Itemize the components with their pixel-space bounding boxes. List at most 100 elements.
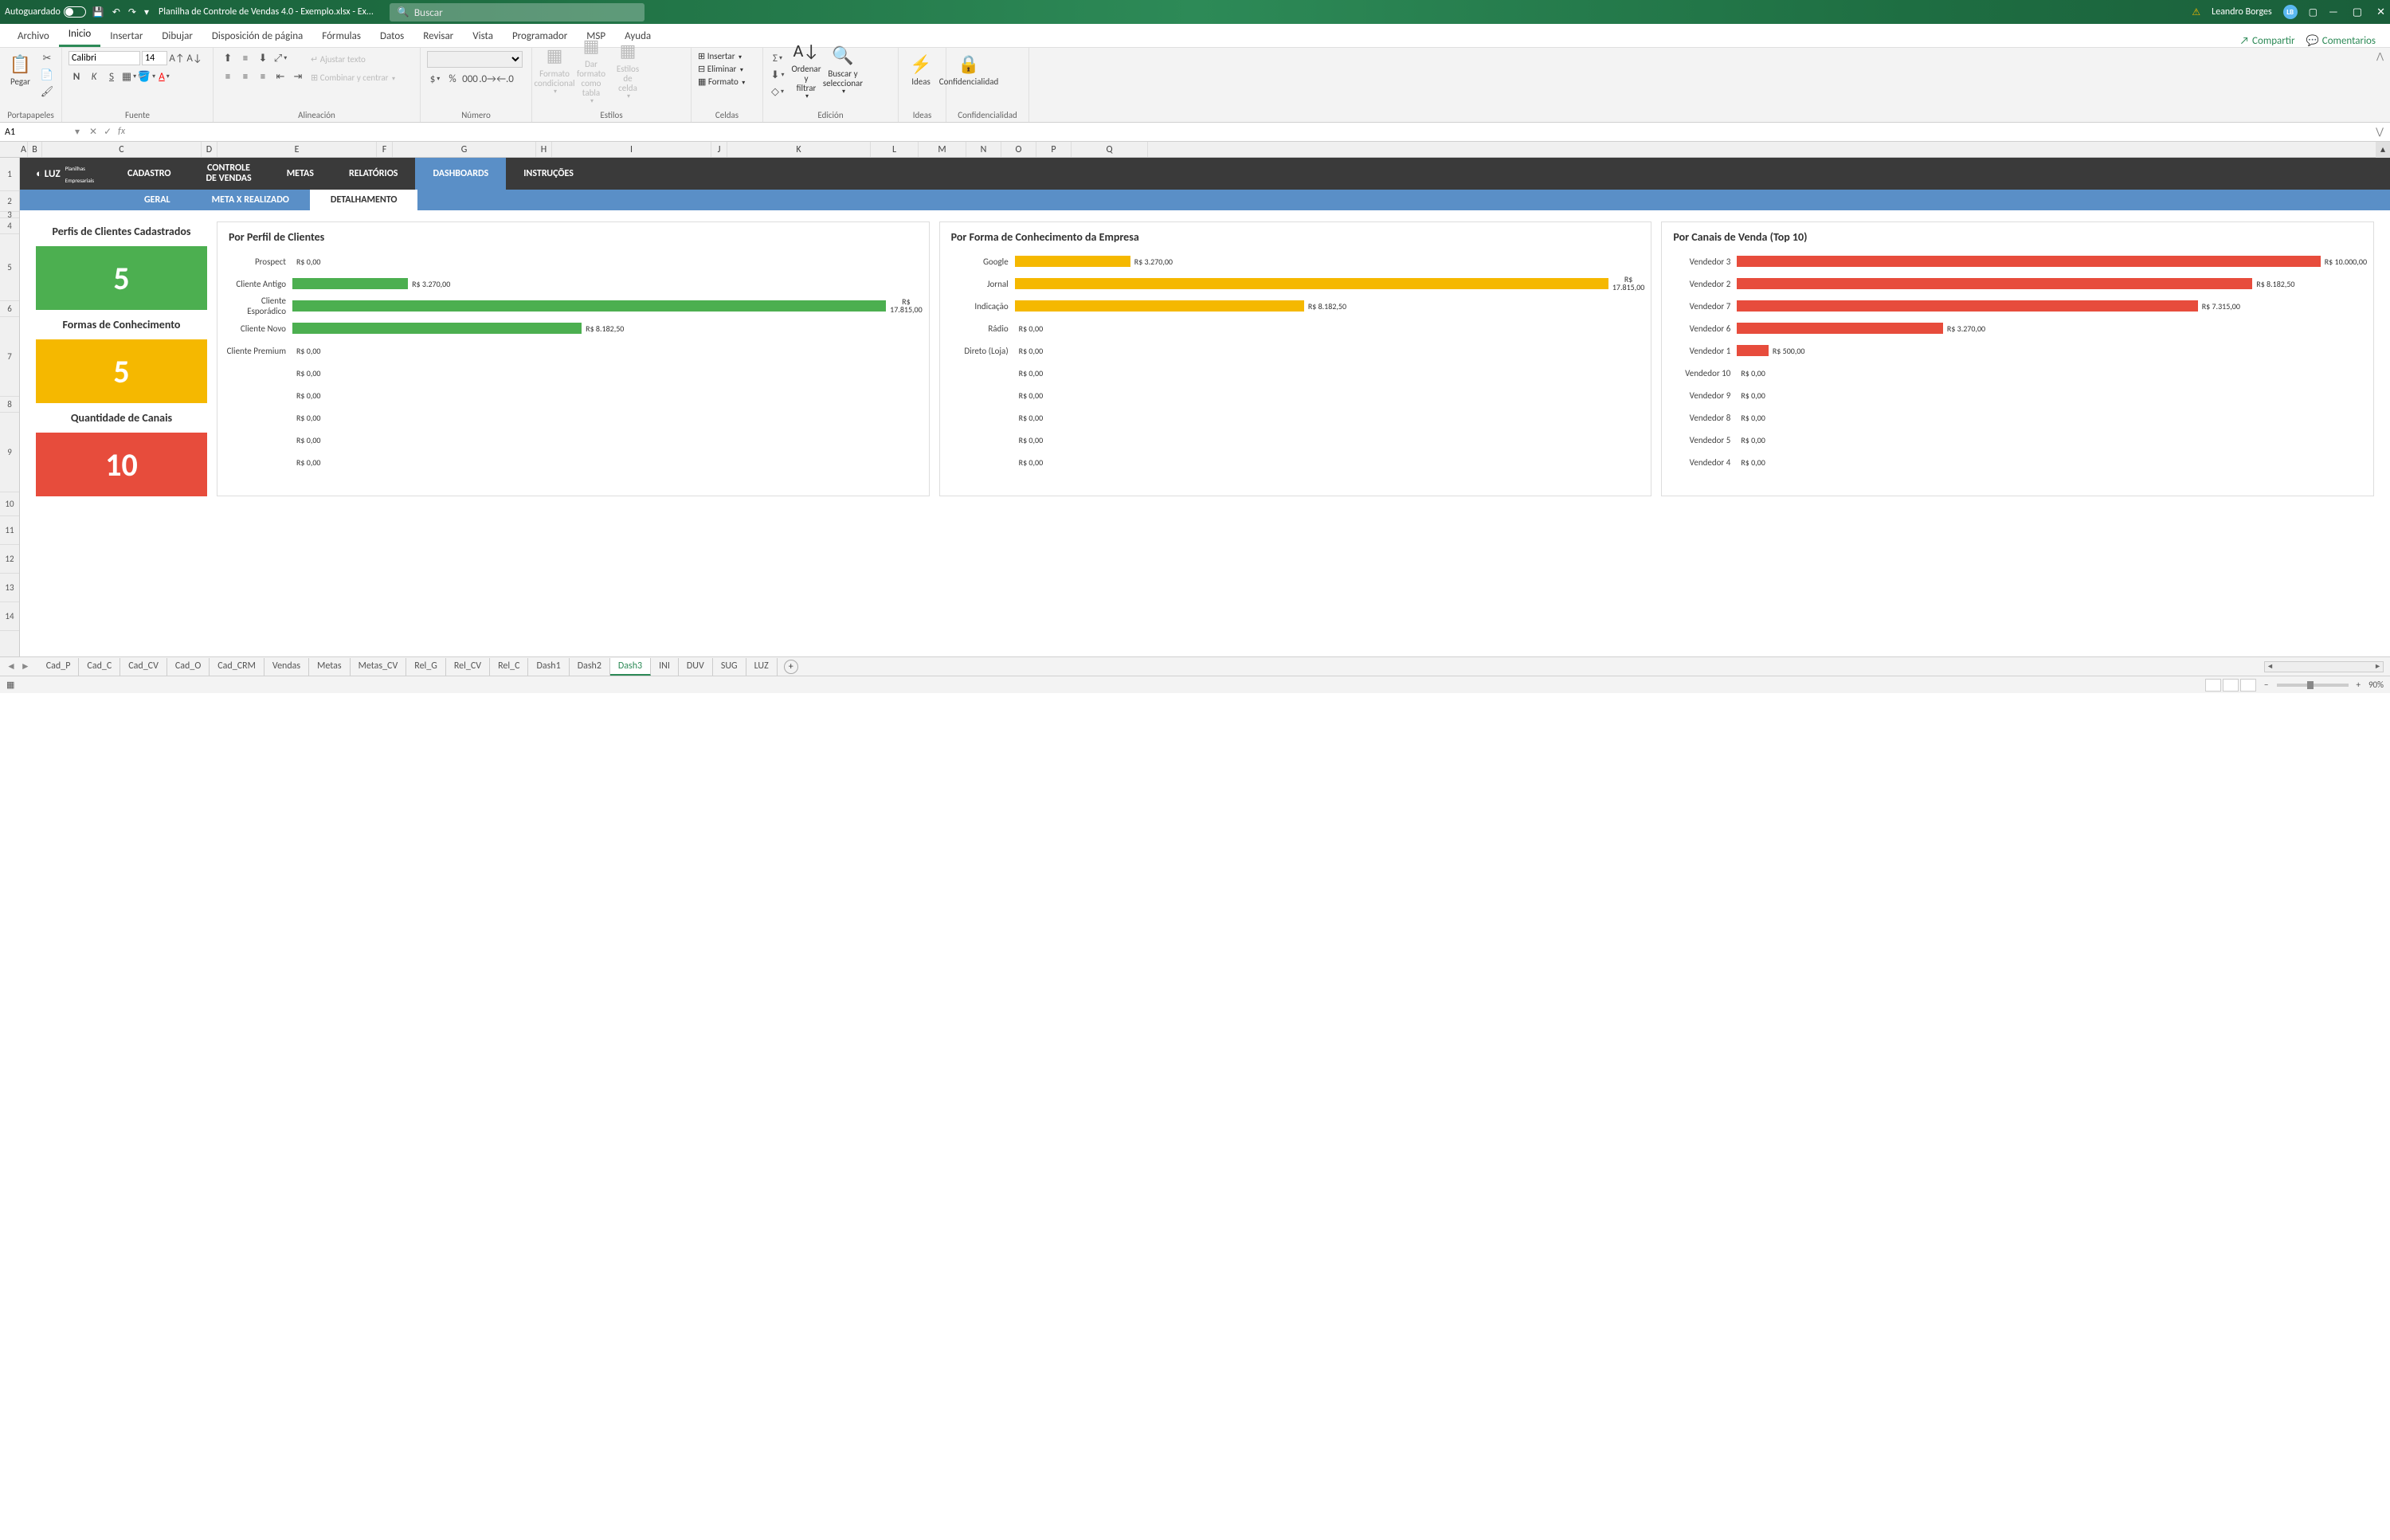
sheet-tab-ini[interactable]: INI xyxy=(651,658,679,676)
collapse-ribbon-icon[interactable]: ⋀ xyxy=(2370,48,2390,122)
user-name[interactable]: Leandro Borges xyxy=(2212,6,2272,18)
sheet-tab-metas_cv[interactable]: Metas_CV xyxy=(351,658,407,676)
ideas-button[interactable]: ⚡Ideas xyxy=(905,51,937,89)
share-button[interactable]: ↗ Compartir xyxy=(2240,35,2295,47)
collapse-headers-icon[interactable]: ▴ xyxy=(2376,142,2390,158)
sheet-tab-cad_p[interactable]: Cad_P xyxy=(38,658,80,676)
column-header[interactable]: D xyxy=(202,142,217,157)
ribbon-tab-fórmulas[interactable]: Fórmulas xyxy=(312,25,370,47)
sheet-tab-cad_crm[interactable]: Cad_CRM xyxy=(210,658,264,676)
align-center-icon[interactable]: ≡ xyxy=(237,69,253,84)
column-header[interactable]: Q xyxy=(1072,142,1148,157)
sort-filter-button[interactable]: A↓Ordenar yfiltrar▾ xyxy=(790,51,822,89)
ribbon-tab-revisar[interactable]: Revisar xyxy=(413,25,463,47)
ribbon-tab-dibujar[interactable]: Dibujar xyxy=(152,25,202,47)
paste-button[interactable]: 📋Pegar xyxy=(6,51,34,89)
worksheet-grid[interactable]: ◐ LUZ PlanilhasEmpresariais CADASTROCONT… xyxy=(20,158,2390,656)
page-break-view-icon[interactable] xyxy=(2240,679,2256,692)
sheet-tab-rel_cv[interactable]: Rel_CV xyxy=(446,658,490,676)
sheet-tab-rel_c[interactable]: Rel_C xyxy=(490,658,528,676)
row-header[interactable]: 13 xyxy=(0,574,19,602)
column-header[interactable]: J xyxy=(711,142,727,157)
sheet-tab-luz[interactable]: LUZ xyxy=(746,658,778,676)
sheet-tab-vendas[interactable]: Vendas xyxy=(264,658,309,676)
column-header[interactable]: L xyxy=(871,142,919,157)
row-header[interactable]: 5 xyxy=(0,234,19,301)
row-header[interactable]: 1 xyxy=(0,158,19,191)
dash-nav-relatórios[interactable]: RELATÓRIOS xyxy=(331,158,416,190)
bold-button[interactable]: N xyxy=(69,69,84,84)
row-header[interactable]: 10 xyxy=(0,492,19,516)
orientation-icon[interactable]: ⤢▾ xyxy=(272,51,288,65)
column-header[interactable]: P xyxy=(1036,142,1072,157)
row-headers[interactable]: 1234567891011121314 xyxy=(0,158,20,656)
row-header[interactable]: 7 xyxy=(0,317,19,397)
ribbon-tab-datos[interactable]: Datos xyxy=(370,25,413,47)
autosave-toggle[interactable]: Autoguardado xyxy=(5,6,86,18)
wrap-text-button[interactable]: ↵ Ajustar texto xyxy=(311,54,395,65)
qa-customize-icon[interactable]: ▾ xyxy=(144,6,149,18)
ribbon-tab-programador[interactable]: Programador xyxy=(503,25,577,47)
redo-icon[interactable]: ↷ xyxy=(128,6,136,18)
font-size-select[interactable] xyxy=(142,51,167,65)
increase-decimal-icon[interactable]: .0→ xyxy=(480,72,496,86)
ribbon-tab-disposición de página[interactable]: Disposición de página xyxy=(202,25,312,47)
dash-nav-instruções[interactable]: INSTRUÇÕES xyxy=(506,158,591,190)
search-input[interactable] xyxy=(414,6,637,19)
ribbon-tab-inicio[interactable]: Inicio xyxy=(59,23,100,47)
add-sheet-button[interactable]: + xyxy=(784,660,798,674)
subnav-geral[interactable]: GERAL xyxy=(123,190,191,210)
decrease-decimal-icon[interactable]: ←.0 xyxy=(497,72,513,86)
name-box[interactable] xyxy=(0,127,72,138)
merge-center-button[interactable]: ⊞ Combinar y centrar ▾ xyxy=(311,72,395,83)
normal-view-icon[interactable] xyxy=(2205,679,2221,692)
row-header[interactable]: 3 xyxy=(0,212,19,218)
column-headers[interactable]: ABCDEFGHIJKLMNOPQ▴ xyxy=(0,142,2390,158)
dash-nav-dashboards[interactable]: DASHBOARDS xyxy=(415,158,506,190)
decrease-indent-icon[interactable]: ⇤ xyxy=(272,69,288,84)
row-header[interactable]: 12 xyxy=(0,545,19,574)
horizontal-scrollbar[interactable] xyxy=(2264,661,2384,672)
zoom-in-icon[interactable]: + xyxy=(2357,680,2361,690)
column-header[interactable]: H xyxy=(536,142,552,157)
sheet-tab-dash2[interactable]: Dash2 xyxy=(570,658,610,676)
cut-icon[interactable]: ✂ xyxy=(39,51,55,65)
fx-icon[interactable]: fx xyxy=(118,126,125,138)
sheet-tab-metas[interactable]: Metas xyxy=(309,658,350,676)
sheet-prev-icon[interactable]: ◄ xyxy=(6,660,16,672)
sheet-tab-dash3[interactable]: Dash3 xyxy=(610,658,651,676)
undo-icon[interactable]: ↶ xyxy=(112,6,120,18)
formula-input[interactable] xyxy=(131,127,2369,138)
percent-icon[interactable]: % xyxy=(445,72,460,86)
delete-cells-button[interactable]: ⊟ Eliminar ▾ xyxy=(698,64,743,74)
subnav-meta-x-realizado[interactable]: META X REALIZADO xyxy=(191,190,310,210)
borders-icon[interactable]: ▦▾ xyxy=(121,69,137,84)
row-header[interactable]: 11 xyxy=(0,516,19,545)
number-format-select[interactable] xyxy=(427,51,523,68)
sheet-tab-cad_o[interactable]: Cad_O xyxy=(167,658,210,676)
format-cells-button[interactable]: ▦ Formato ▾ xyxy=(698,76,745,87)
currency-icon[interactable]: $▾ xyxy=(427,72,443,86)
subnav-detalhamento[interactable]: DETALHAMENTO xyxy=(310,190,418,210)
underline-button[interactable]: S xyxy=(104,69,120,84)
ribbon-tab-insertar[interactable]: Insertar xyxy=(100,25,152,47)
column-header[interactable]: F xyxy=(377,142,393,157)
row-header[interactable]: 4 xyxy=(0,218,19,234)
zoom-level[interactable]: 90% xyxy=(2368,680,2384,690)
sheet-tab-cad_cv[interactable]: Cad_CV xyxy=(120,658,167,676)
toggle-icon[interactable] xyxy=(64,6,86,18)
search-box[interactable]: 🔍 xyxy=(390,3,645,22)
comments-button[interactable]: 💬 Comentarios xyxy=(2306,35,2376,47)
fill-icon[interactable]: ⬇▾ xyxy=(770,68,786,82)
maximize-icon[interactable]: ▢ xyxy=(2353,6,2362,18)
sheet-tab-duv[interactable]: DUV xyxy=(679,658,713,676)
warning-icon[interactable]: ⚠ xyxy=(2192,6,2200,18)
row-header[interactable]: 9 xyxy=(0,413,19,492)
align-top-icon[interactable]: ⬆ xyxy=(220,51,236,65)
confidentiality-button[interactable]: 🔒Confidencialidad xyxy=(953,51,985,89)
decrease-font-icon[interactable]: A↓ xyxy=(186,51,202,65)
thousands-icon[interactable]: 000 xyxy=(462,72,478,86)
save-icon[interactable]: 💾 xyxy=(92,6,104,18)
column-header[interactable]: A xyxy=(20,142,28,157)
align-left-icon[interactable]: ≡ xyxy=(220,69,236,84)
